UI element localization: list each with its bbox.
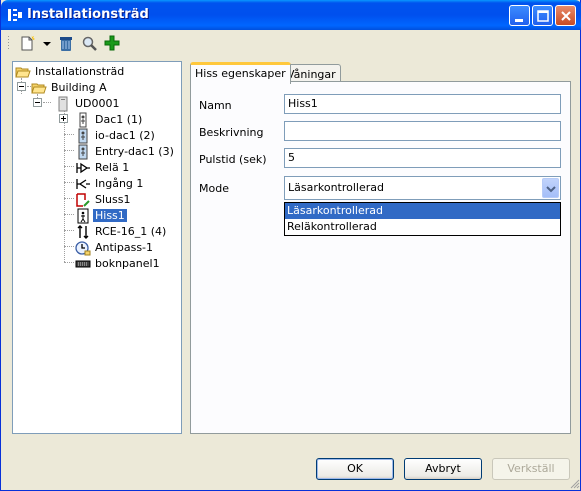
maximize-icon bbox=[537, 10, 549, 22]
tree-item-label: Installationsträd bbox=[35, 65, 125, 78]
mode-label: Mode bbox=[199, 182, 229, 195]
close-button[interactable] bbox=[555, 5, 576, 26]
minimize-icon bbox=[515, 19, 523, 22]
maximize-button[interactable] bbox=[532, 5, 553, 26]
name-field[interactable]: Hiss1 bbox=[284, 94, 561, 114]
window-title: Installationsträd bbox=[27, 7, 149, 22]
mode-option[interactable]: Läsarkontrollerad bbox=[285, 203, 560, 219]
tree-line bbox=[64, 246, 74, 247]
pulse-time-field[interactable]: 5 bbox=[284, 148, 561, 168]
name-label: Namn bbox=[199, 99, 232, 112]
antipass-icon bbox=[75, 241, 91, 256]
tree-line bbox=[64, 150, 74, 151]
dropdown-arrow-icon[interactable] bbox=[42, 34, 52, 54]
tree-line bbox=[64, 110, 65, 262]
new-icon[interactable] bbox=[19, 34, 37, 54]
control-unit-icon bbox=[58, 96, 68, 112]
collapse-toggle[interactable] bbox=[17, 82, 26, 91]
mode-selected-value: Läsarkontrollerad bbox=[288, 181, 384, 194]
toolbar bbox=[5, 32, 579, 56]
tree-line bbox=[43, 102, 51, 103]
ok-button[interactable]: OK bbox=[316, 458, 394, 480]
tree-item-label: RCE-16_1 (4) bbox=[95, 225, 167, 238]
close-icon bbox=[561, 11, 571, 21]
toolbar-grip bbox=[8, 36, 9, 49]
cancel-button[interactable]: Avbryt bbox=[404, 458, 482, 480]
tree-line bbox=[64, 214, 74, 215]
folder-open-icon bbox=[31, 83, 47, 94]
app-icon bbox=[8, 9, 22, 21]
search-icon[interactable] bbox=[81, 34, 99, 54]
tree-item-label: Hiss1 bbox=[93, 209, 127, 222]
collapse-toggle[interactable] bbox=[33, 98, 42, 107]
elevator-icon bbox=[77, 208, 89, 224]
mode-option[interactable]: Reläkontrollerad bbox=[285, 219, 560, 235]
delete-icon[interactable] bbox=[57, 34, 75, 54]
tree-item-label: io-dac1 (2) bbox=[95, 129, 155, 142]
tab-hiss-egenskaper[interactable]: Hiss egenskaper bbox=[190, 62, 291, 84]
tree-item-label: Relä 1 bbox=[95, 161, 130, 174]
dropdown-button[interactable] bbox=[542, 178, 559, 198]
entry-controller-icon bbox=[78, 144, 88, 160]
rce-icon bbox=[77, 225, 89, 239]
tab-panel-properties: Namn Hiss1 Beskrivning Pulstid (sek) 5 M… bbox=[190, 81, 571, 434]
pulse-time-label: Pulstid (sek) bbox=[199, 153, 267, 166]
tab-label: Våningar bbox=[287, 68, 336, 81]
input-icon bbox=[76, 179, 90, 189]
folder-open-icon bbox=[15, 67, 31, 78]
window: Installationsträd Installationsträd Buil… bbox=[0, 0, 581, 491]
booking-panel-icon bbox=[75, 260, 91, 268]
resize-grip-icon[interactable] bbox=[569, 478, 580, 489]
chevron-down-icon bbox=[546, 186, 556, 193]
tree-line bbox=[64, 166, 74, 167]
add-icon[interactable] bbox=[103, 34, 121, 54]
tree-item-label: Building A bbox=[51, 81, 107, 94]
tree-item-label: Ingång 1 bbox=[95, 177, 144, 190]
tree-line bbox=[64, 134, 74, 135]
tree-item-label: Sluss1 bbox=[95, 193, 131, 206]
tab-label: Hiss egenskaper bbox=[195, 67, 286, 80]
installation-tree[interactable]: Installationsträd Building A UD0001 Dac1… bbox=[12, 61, 182, 434]
description-field[interactable] bbox=[284, 121, 561, 141]
description-label: Beskrivning bbox=[199, 126, 264, 139]
tree-line bbox=[64, 230, 74, 231]
tree-item-label: Antipass-1 bbox=[95, 241, 154, 254]
tree-line bbox=[64, 182, 74, 183]
tree-line bbox=[64, 198, 74, 199]
tree-item-label: boknpanel1 bbox=[95, 257, 160, 270]
tree-line bbox=[64, 262, 74, 263]
airlock-icon bbox=[76, 193, 90, 207]
title-bar[interactable]: Installationsträd bbox=[1, 0, 581, 30]
minimize-button[interactable] bbox=[509, 5, 530, 26]
tree-item-label: Dac1 (1) bbox=[95, 113, 143, 126]
relay-icon bbox=[76, 162, 90, 174]
io-controller-icon bbox=[78, 128, 88, 144]
mode-select[interactable]: Läsarkontrollerad bbox=[284, 176, 561, 200]
apply-button[interactable]: Verkställ bbox=[492, 458, 570, 480]
mode-dropdown-list: Läsarkontrollerad Reläkontrollerad bbox=[284, 202, 561, 236]
tree-item-label: UD0001 bbox=[75, 97, 120, 110]
expand-toggle[interactable] bbox=[59, 114, 68, 123]
tree-item-label: Entry-dac1 (3) bbox=[95, 145, 174, 158]
door-controller-icon bbox=[79, 112, 87, 128]
